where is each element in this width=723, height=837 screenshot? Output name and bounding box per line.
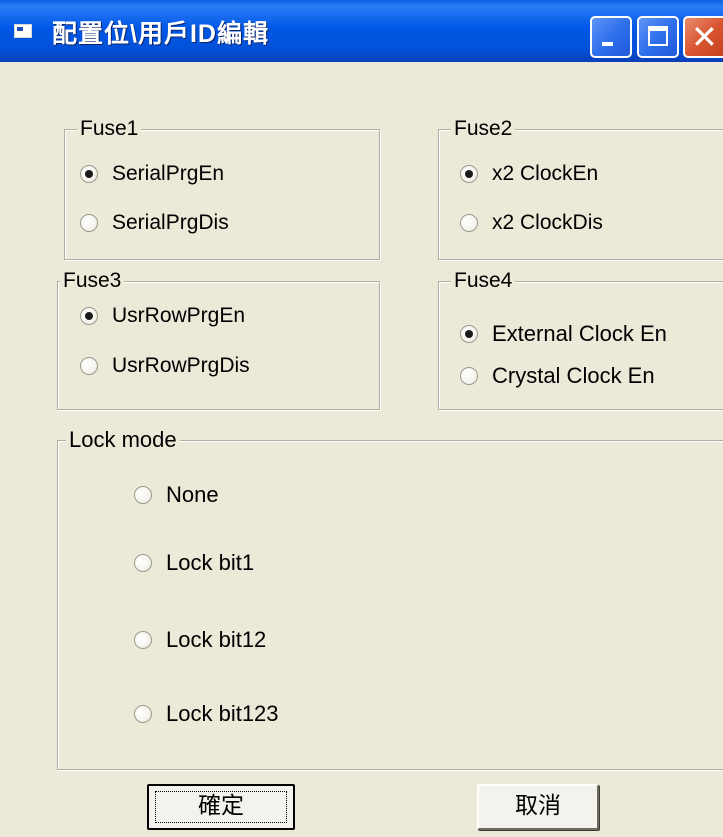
fuse3-group-label: Fuse3 — [60, 268, 125, 294]
lock-mode-option-label: Lock bit1 — [166, 550, 255, 575]
fuse1-group: Fuse1 SerialPrgEn SerialPrgDis — [64, 116, 380, 260]
fuse2-option-x2-clockdis[interactable]: x2 ClockDis — [460, 209, 603, 237]
maximize-button[interactable] — [637, 16, 679, 58]
fuse4-option-label: External Clock En — [492, 321, 667, 346]
radio-unchecked-icon[interactable] — [80, 357, 98, 375]
focus-rectangle — [155, 791, 287, 823]
fuse4-group-label: Fuse4 — [451, 268, 516, 294]
lock-mode-option-lock-bit12[interactable]: Lock bit12 — [134, 626, 266, 654]
close-button[interactable]: ✕ — [683, 16, 723, 58]
fuse3-group: Fuse3 UsrRowPrgEn UsrRowPrgDis — [57, 268, 380, 410]
cancel-button-label: 取消 — [515, 793, 561, 819]
fuse2-group: Fuse2 x2 ClockEn x2 ClockDis — [438, 116, 723, 260]
fuse3-option-usrrowprgdis[interactable]: UsrRowPrgDis — [80, 352, 250, 380]
radio-checked-icon[interactable] — [80, 165, 98, 183]
lock-mode-option-lock-bit123[interactable]: Lock bit123 — [134, 700, 279, 728]
fuse2-option-label: x2 ClockDis — [492, 211, 603, 234]
fuse1-option-serialprgen[interactable]: SerialPrgEn — [80, 160, 224, 188]
fuse2-option-label: x2 ClockEn — [492, 162, 599, 185]
radio-unchecked-icon[interactable] — [134, 631, 152, 649]
fuse1-option-label: SerialPrgDis — [112, 211, 229, 234]
fuse3-option-label: UsrRowPrgEn — [112, 304, 246, 327]
cancel-button[interactable]: 取消 — [477, 784, 599, 830]
radio-unchecked-icon[interactable] — [80, 214, 98, 232]
window-title: 配置位\用戶ID編輯 — [52, 20, 269, 48]
fuse1-option-label: SerialPrgEn — [112, 162, 225, 185]
config-bits-dialog: 配置位\用戶ID編輯 ✕ Fuse1 SerialPrgEn SerialPrg… — [0, 0, 723, 837]
fuse1-group-label: Fuse1 — [77, 116, 142, 142]
radio-unchecked-icon[interactable] — [460, 214, 478, 232]
fuse3-option-usrrowprgen[interactable]: UsrRowPrgEn — [80, 302, 245, 330]
fuse4-option-external-clock-en[interactable]: External Clock En — [460, 320, 667, 348]
fuse4-group: Fuse4 External Clock En Crystal Clock En — [438, 268, 723, 410]
lock-mode-group: Lock mode None Lock bit1 Lock bit12 Lock… — [57, 427, 723, 770]
title-bar[interactable]: 配置位\用戶ID編輯 ✕ — [0, 0, 723, 62]
fuse1-option-serialprgdis[interactable]: SerialPrgDis — [80, 209, 229, 237]
radio-checked-icon[interactable] — [80, 307, 98, 325]
radio-unchecked-icon[interactable] — [134, 486, 152, 504]
fuse3-option-label: UsrRowPrgDis — [112, 354, 250, 377]
ok-button[interactable]: 確定 — [147, 784, 295, 830]
lock-mode-option-none[interactable]: None — [134, 481, 219, 509]
minimize-icon — [602, 42, 613, 46]
lock-mode-option-label: Lock bit123 — [166, 701, 279, 726]
lock-mode-option-lock-bit1[interactable]: Lock bit1 — [134, 549, 254, 577]
fuse2-option-x2-clocken[interactable]: x2 ClockEn — [460, 160, 598, 188]
fuse4-option-crystal-clock-en[interactable]: Crystal Clock En — [460, 362, 655, 390]
close-icon: ✕ — [691, 18, 718, 56]
minimize-button[interactable] — [590, 16, 632, 58]
window-app-icon[interactable] — [14, 24, 32, 38]
radio-unchecked-icon[interactable] — [460, 367, 478, 385]
radio-checked-icon[interactable] — [460, 165, 478, 183]
lock-mode-option-label: Lock bit12 — [166, 627, 267, 652]
radio-checked-icon[interactable] — [460, 325, 478, 343]
radio-unchecked-icon[interactable] — [134, 705, 152, 723]
fuse4-option-label: Crystal Clock En — [492, 363, 655, 388]
fuse2-group-label: Fuse2 — [451, 116, 516, 142]
lock-mode-option-label: None — [166, 482, 219, 507]
lock-mode-group-label: Lock mode — [66, 427, 180, 453]
radio-unchecked-icon[interactable] — [134, 554, 152, 572]
maximize-icon — [648, 26, 668, 46]
